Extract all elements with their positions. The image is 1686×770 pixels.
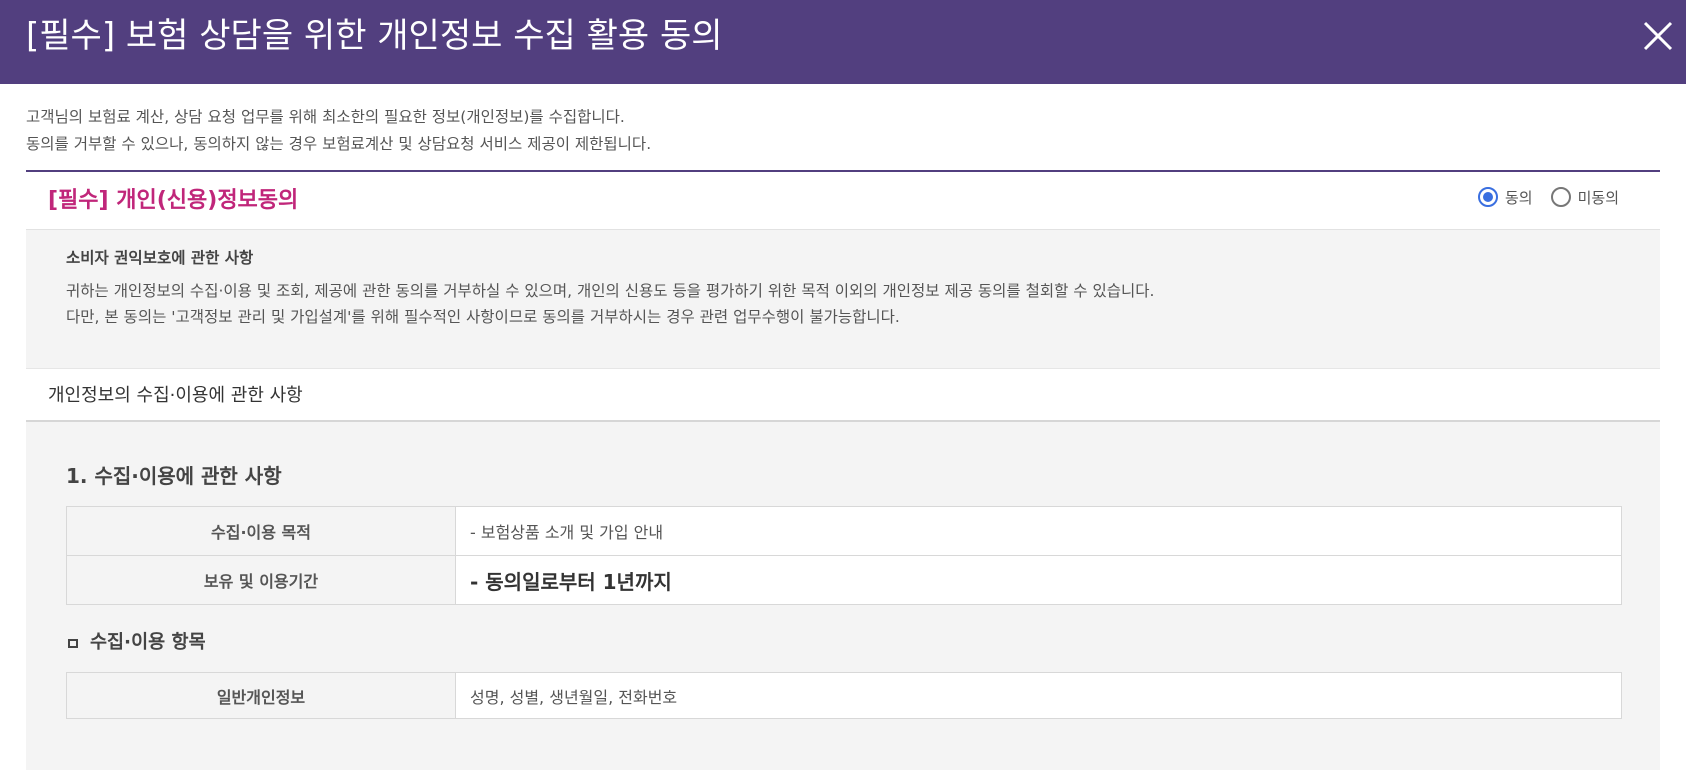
- items-label: 일반개인정보: [66, 672, 456, 719]
- square-bullet-icon: [68, 638, 78, 648]
- consent-radio-group: 동의 미동의: [1478, 185, 1619, 209]
- consumer-rights-box: 소비자 권익보호에 관한 사항 귀하는 개인정보의 수집·이용 및 조회, 제공…: [66, 246, 1626, 330]
- intro-line-1: 고객님의 보험료 계산, 상담 요청 업무를 위해 최소한의 필요한 정보(개인…: [26, 108, 625, 126]
- radio-agree-label[interactable]: 동의: [1505, 187, 1533, 208]
- modal-title: [필수] 보험 상담을 위한 개인정보 수집 활용 동의: [26, 16, 723, 56]
- retention-label: 보유 및 이용기간: [66, 555, 456, 605]
- purpose-label: 수집·이용 목적: [66, 506, 456, 556]
- radio-agree-circle[interactable]: [1478, 187, 1498, 207]
- consent-row: [필수] 개인(신용)정보동의 동의 미동의: [26, 172, 1660, 230]
- consent-panel: [필수] 개인(신용)정보동의 동의 미동의 소비자 권익보호에 관한 사항 귀…: [26, 170, 1660, 770]
- radio-disagree[interactable]: 미동의: [1550, 187, 1619, 208]
- items-heading: 수집·이용 항목: [66, 630, 206, 656]
- collection-section-row: 개인정보의 수집·이용에 관한 사항: [26, 368, 1660, 422]
- close-icon: [1643, 21, 1673, 51]
- consumer-rights-line-2: 다만, 본 동의는 '고객정보 관리 및 가입설계'를 위해 필수적인 사항이므…: [66, 308, 900, 326]
- consumer-rights-line-1: 귀하는 개인정보의 수집·이용 및 조회, 제공에 관한 동의를 거부하실 수 …: [66, 282, 1155, 300]
- items-heading-text: 수집·이용 항목: [90, 632, 206, 653]
- modal-header: [필수] 보험 상담을 위한 개인정보 수집 활용 동의: [0, 0, 1686, 84]
- consent-title: [필수] 개인(신용)정보동의: [48, 188, 299, 213]
- radio-agree[interactable]: 동의: [1478, 187, 1533, 208]
- retention-value: - 동의일로부터 1년까지: [455, 555, 1622, 605]
- collection-section-title: 개인정보의 수집·이용에 관한 사항: [48, 385, 303, 406]
- consumer-rights-text: 귀하는 개인정보의 수집·이용 및 조회, 제공에 관한 동의를 거부하실 수 …: [66, 278, 1626, 330]
- collection-heading: 1. 수집·이용에 관한 사항: [66, 464, 282, 488]
- purpose-value: - 보험상품 소개 및 가입 안내: [455, 506, 1622, 556]
- collection-items-table: 일반개인정보 성명, 성별, 생년월일, 전화번호: [66, 672, 1622, 719]
- items-value: 성명, 성별, 생년월일, 전화번호: [455, 672, 1622, 719]
- table-row: 수집·이용 목적 - 보험상품 소개 및 가입 안내: [66, 506, 1622, 556]
- table-row: 보유 및 이용기간 - 동의일로부터 1년까지: [66, 555, 1622, 605]
- table-row: 일반개인정보 성명, 성별, 생년월일, 전화번호: [66, 672, 1622, 719]
- intro-text: 고객님의 보험료 계산, 상담 요청 업무를 위해 최소한의 필요한 정보(개인…: [26, 104, 1656, 158]
- intro-line-2: 동의를 거부할 수 있으나, 동의하지 않는 경우 보험료계산 및 상담요청 서…: [26, 135, 652, 153]
- radio-disagree-circle[interactable]: [1550, 187, 1571, 207]
- consumer-rights-title: 소비자 권익보호에 관한 사항: [66, 249, 254, 267]
- radio-disagree-label[interactable]: 미동의: [1578, 187, 1619, 208]
- collection-info-table: 수집·이용 목적 - 보험상품 소개 및 가입 안내 보유 및 이용기간 - 동…: [66, 506, 1622, 605]
- close-button[interactable]: [1640, 18, 1676, 54]
